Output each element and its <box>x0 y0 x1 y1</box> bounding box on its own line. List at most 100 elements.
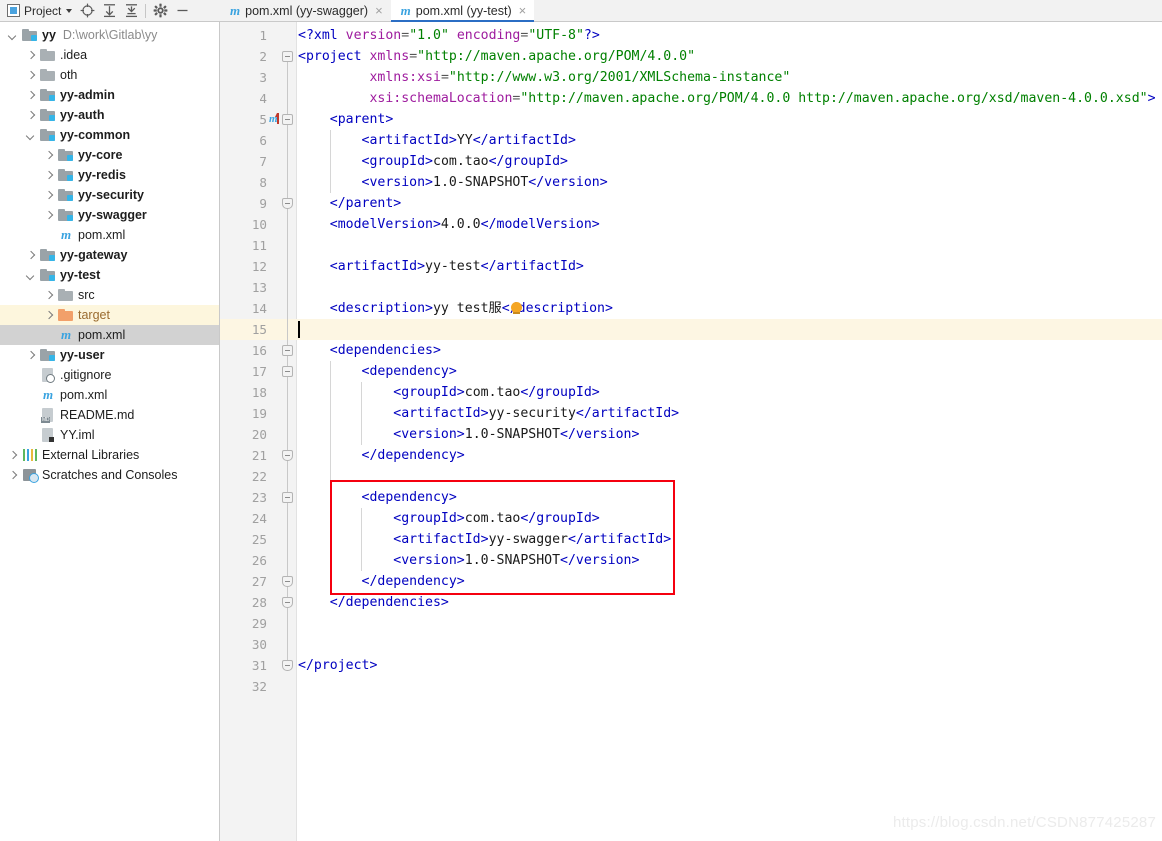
code-line[interactable]: <artifactId>YY</artifactId> <box>298 130 576 151</box>
tree-item-yy-redis[interactable]: yy-redis <box>0 165 219 185</box>
tree-item-scratches-and-consoles[interactable]: Scratches and Consoles <box>0 465 219 485</box>
tree-item-idea[interactable]: .idea <box>0 45 219 65</box>
tree-item-readme-md[interactable]: README.md <box>0 405 219 425</box>
tree-item-yy-user[interactable]: yy-user <box>0 345 219 365</box>
code-line[interactable]: <version>1.0-SNAPSHOT</version> <box>298 424 639 445</box>
project-tree[interactable]: yyD:\work\Gitlab\yy.ideaothyy-adminyy-au… <box>0 22 220 841</box>
tree-item-label: pom.xml <box>60 387 107 403</box>
tree-item-yy-gateway[interactable]: yy-gateway <box>0 245 219 265</box>
code-line[interactable]: xsi:schemaLocation="http://maven.apache.… <box>298 88 1156 109</box>
code-line[interactable]: <dependency> <box>298 487 457 508</box>
fold-end-marker[interactable] <box>282 597 293 608</box>
tree-item-yy[interactable]: yyD:\work\Gitlab\yy <box>0 25 219 45</box>
maven-reimport-arrow-icon[interactable] <box>277 113 279 124</box>
code-token: <version> <box>393 427 464 442</box>
chevron-down-icon[interactable] <box>26 270 37 281</box>
code-line[interactable]: <parent> <box>298 109 393 130</box>
fold-end-marker[interactable] <box>282 450 293 461</box>
code-line[interactable]: </parent> <box>298 193 401 214</box>
code-editor[interactable]: 1<?xml version="1.0" encoding="UTF-8"?>2… <box>220 22 1162 841</box>
chevron-right-icon[interactable] <box>26 110 37 121</box>
tree-item-pom-xml[interactable]: mpom.xml <box>0 385 219 405</box>
code-line[interactable]: </project> <box>298 655 377 676</box>
fold-start-marker[interactable] <box>282 51 293 62</box>
chevron-down-icon[interactable] <box>26 130 37 141</box>
code-line[interactable]: <version>1.0-SNAPSHOT</version> <box>298 550 639 571</box>
locate-icon[interactable] <box>77 1 97 21</box>
line-number: 30 <box>220 634 267 655</box>
module-folder-icon <box>40 267 56 283</box>
code-line[interactable]: <dependency> <box>298 361 457 382</box>
chevron-right-icon[interactable] <box>44 150 55 161</box>
code-token: yy-test <box>425 259 481 274</box>
hide-panel-icon[interactable] <box>172 1 192 21</box>
code-line[interactable]: <modelVersion>4.0.0</modelVersion> <box>298 214 600 235</box>
tree-item-yy-test[interactable]: yy-test <box>0 265 219 285</box>
code-token <box>449 28 457 43</box>
tree-item-yy-admin[interactable]: yy-admin <box>0 85 219 105</box>
tree-item-yy-swagger[interactable]: yy-swagger <box>0 205 219 225</box>
code-line[interactable]: <groupId>com.tao</groupId> <box>298 382 600 403</box>
close-icon[interactable]: × <box>519 4 527 17</box>
code-line[interactable]: <dependencies> <box>298 340 441 361</box>
fold-start-marker[interactable] <box>282 114 293 125</box>
code-line[interactable]: </dependency> <box>298 571 465 592</box>
code-line[interactable]: </dependency> <box>298 445 465 466</box>
external-libraries-icon <box>22 447 38 463</box>
fold-end-marker[interactable] <box>282 576 293 587</box>
tree-item-yy-common[interactable]: yy-common <box>0 125 219 145</box>
chevron-right-icon[interactable] <box>44 190 55 201</box>
code-line[interactable]: <groupId>com.tao</groupId> <box>298 151 568 172</box>
tree-item-yy-auth[interactable]: yy-auth <box>0 105 219 125</box>
editor-tab-pom-yy-swagger[interactable]: m pom.xml (yy-swagger) × <box>220 0 391 21</box>
tree-item-yy-iml[interactable]: YY.iml <box>0 425 219 445</box>
tree-item-external-libraries[interactable]: External Libraries <box>0 445 219 465</box>
intention-bulb-icon[interactable] <box>511 302 522 313</box>
chevron-right-icon[interactable] <box>44 210 55 221</box>
chevron-down-icon[interactable] <box>8 30 19 41</box>
tree-item-src[interactable]: src <box>0 285 219 305</box>
tree-item-yy-core[interactable]: yy-core <box>0 145 219 165</box>
tree-item-yy-security[interactable]: yy-security <box>0 185 219 205</box>
fold-end-marker[interactable] <box>282 660 293 671</box>
editor-tab-pom-yy-test[interactable]: m pom.xml (yy-test) × <box>391 0 535 21</box>
code-line[interactable]: <project xmlns="http://maven.apache.org/… <box>298 46 695 67</box>
expand-all-icon[interactable] <box>99 1 119 21</box>
code-line[interactable]: xmlns:xsi="http://www.w3.org/2001/XMLSch… <box>298 67 790 88</box>
project-view-selector[interactable]: Project <box>4 3 75 19</box>
code-line[interactable]: <version>1.0-SNAPSHOT</version> <box>298 172 608 193</box>
code-line[interactable]: <artifactId>yy-swagger</artifactId> <box>298 529 671 550</box>
chevron-right-icon[interactable] <box>26 50 37 61</box>
tree-item-gitignore[interactable]: .gitignore <box>0 365 219 385</box>
line-number: 23 <box>220 487 267 508</box>
chevron-right-icon[interactable] <box>44 170 55 181</box>
chevron-right-icon[interactable] <box>26 350 37 361</box>
chevron-right-icon[interactable] <box>26 250 37 261</box>
code-token: </artifactId> <box>576 406 679 421</box>
tree-item-pom-xml[interactable]: mpom.xml <box>0 325 219 345</box>
tree-item-target[interactable]: target <box>0 305 219 325</box>
chevron-right-icon[interactable] <box>8 450 19 461</box>
chevron-right-icon[interactable] <box>26 70 37 81</box>
code-line[interactable]: <?xml version="1.0" encoding="UTF-8"?> <box>298 25 600 46</box>
code-line[interactable]: <artifactId>yy-security</artifactId> <box>298 403 679 424</box>
code-line[interactable]: <groupId>com.tao</groupId> <box>298 508 600 529</box>
code-line[interactable]: <artifactId>yy-test</artifactId> <box>298 256 584 277</box>
code-line[interactable]: </dependencies> <box>298 592 449 613</box>
settings-gear-icon[interactable] <box>150 1 170 21</box>
fold-start-marker[interactable] <box>282 366 293 377</box>
chevron-right-icon[interactable] <box>44 310 55 321</box>
fold-start-marker[interactable] <box>282 345 293 356</box>
chevron-right-icon[interactable] <box>26 90 37 101</box>
code-content[interactable]: 1<?xml version="1.0" encoding="UTF-8"?>2… <box>220 22 1162 841</box>
line-number: 9 <box>220 193 267 214</box>
tree-item-oth[interactable]: oth <box>0 65 219 85</box>
chevron-right-icon[interactable] <box>8 470 19 481</box>
code-line[interactable]: <description>yy test服</description> <box>298 298 613 319</box>
chevron-right-icon[interactable] <box>44 290 55 301</box>
collapse-all-icon[interactable] <box>121 1 141 21</box>
close-icon[interactable]: × <box>375 4 383 17</box>
tree-item-pom-xml[interactable]: mpom.xml <box>0 225 219 245</box>
fold-start-marker[interactable] <box>282 492 293 503</box>
fold-end-marker[interactable] <box>282 198 293 209</box>
